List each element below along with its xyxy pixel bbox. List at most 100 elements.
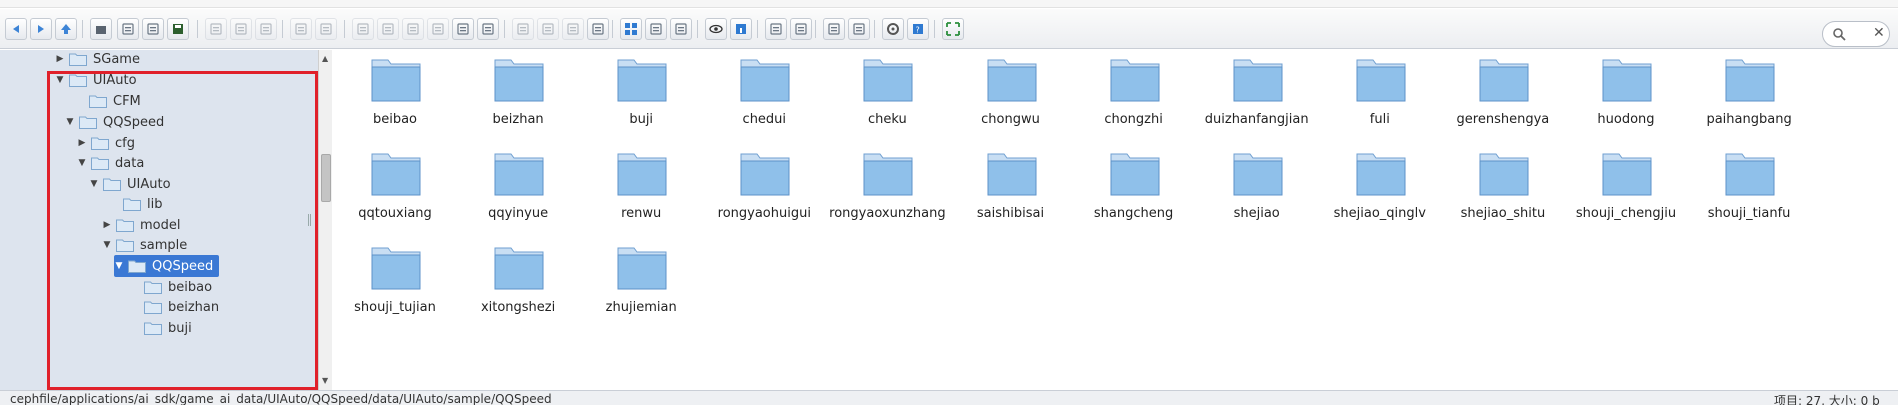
toolbar-separator	[82, 20, 83, 38]
folder-item[interactable]: renwu	[581, 146, 701, 236]
folder-item[interactable]: shejiao_shitu	[1443, 146, 1563, 236]
folder-item[interactable]: qqtouxiang	[335, 146, 455, 236]
folder-name: qqtouxiang	[358, 206, 432, 221]
smalls-view-icon-button[interactable]	[645, 18, 667, 40]
folder-name: buji	[629, 112, 654, 127]
redo-button[interactable]	[315, 18, 337, 40]
folder-name: rongyaoxunzhang	[829, 206, 946, 221]
current-path: cephfile/applications/ai_sdk/game_ai_dat…	[10, 392, 552, 405]
folder-name: shouji_tianfu	[1707, 206, 1791, 221]
fullscreen-button[interactable]	[942, 18, 964, 40]
expand-arrow-icon[interactable]: ▶	[55, 54, 65, 64]
extract-icon	[567, 23, 579, 35]
icons-view-button[interactable]	[620, 18, 642, 40]
paste-button[interactable]	[402, 18, 424, 40]
folder-item[interactable]: chedui	[704, 52, 824, 142]
folder-icon	[1479, 56, 1529, 102]
folder-item[interactable]: chongzhi	[1074, 52, 1194, 142]
folder-item[interactable]: fuli	[1320, 52, 1440, 142]
toolbar-separator	[815, 20, 816, 38]
delete-icon	[457, 23, 469, 35]
svg-text:?: ?	[916, 26, 920, 35]
permissions-button[interactable]	[587, 18, 609, 40]
copy-button[interactable]	[352, 18, 374, 40]
new-file-button[interactable]	[230, 18, 252, 40]
duplicate-button[interactable]	[427, 18, 449, 40]
folder-item[interactable]: duizhanfangjian	[1197, 52, 1317, 142]
new-folder-button[interactable]	[205, 18, 227, 40]
up-button[interactable]	[55, 18, 77, 40]
download-button[interactable]	[117, 18, 139, 40]
folder-name: saishibisai	[976, 206, 1045, 221]
compress-icon	[542, 23, 554, 35]
folder-item[interactable]: shouji_chengjiu	[1566, 146, 1686, 236]
folder-item[interactable]: gerenshengya	[1443, 52, 1563, 142]
undo-button[interactable]	[290, 18, 312, 40]
compress-button[interactable]	[537, 18, 559, 40]
search-box[interactable]: ✕	[1822, 21, 1890, 47]
folder-icon	[1725, 150, 1775, 196]
up-icon	[61, 24, 71, 34]
folder-icon	[494, 56, 544, 102]
folder-item[interactable]: buji	[581, 52, 701, 142]
folder-item[interactable]: chongwu	[951, 52, 1071, 142]
info-button[interactable]	[730, 18, 752, 40]
list-view-button[interactable]	[823, 18, 845, 40]
folder-item[interactable]: zhujiemian	[581, 240, 701, 330]
folder-item[interactable]: cheku	[827, 52, 947, 142]
back-button[interactable]	[5, 18, 27, 40]
toolbar-separator	[934, 20, 935, 38]
folder-icon	[1356, 150, 1406, 196]
sort-button[interactable]	[765, 18, 787, 40]
resize-button[interactable]	[790, 18, 812, 40]
columns-view-icon	[675, 23, 687, 35]
list-view-icon	[828, 23, 840, 35]
link-button[interactable]	[477, 18, 499, 40]
save-button[interactable]	[167, 18, 189, 40]
folder-item[interactable]: qqyinyue	[458, 146, 578, 236]
details-button[interactable]	[848, 18, 870, 40]
new-file-icon	[235, 23, 247, 35]
folder-item[interactable]: shouji_tujian	[335, 240, 455, 330]
folder-icon	[740, 150, 790, 196]
folder-item[interactable]: shejiao	[1197, 146, 1317, 236]
forward-button[interactable]	[30, 18, 52, 40]
folder-item[interactable]: paihangbang	[1689, 52, 1809, 142]
folder-item[interactable]: saishibisai	[951, 146, 1071, 236]
toolbar: ✕ ?	[0, 9, 1898, 49]
folder-item[interactable]: shouji_tianfu	[1689, 146, 1809, 236]
scroll-down-icon[interactable]: ▼	[322, 376, 328, 385]
cut-button[interactable]	[377, 18, 399, 40]
folder-item[interactable]: shejiao_qinglv	[1320, 146, 1440, 236]
folder-item[interactable]: xitongshezi	[458, 240, 578, 330]
folder-icon	[494, 244, 544, 290]
folder-icon	[1110, 56, 1160, 102]
select-button[interactable]	[255, 18, 277, 40]
folder-item[interactable]: beizhan	[458, 52, 578, 142]
upload-button[interactable]	[142, 18, 164, 40]
preview-icon	[709, 24, 723, 34]
item-count: 项目: 27, 大小: 0 b	[1774, 394, 1880, 405]
clear-search-icon[interactable]: ✕	[1873, 25, 1885, 41]
folder-item[interactable]: huodong	[1566, 52, 1686, 142]
folder-item[interactable]: shangcheng	[1074, 146, 1194, 236]
folder-item[interactable]: rongyaoxunzhang	[827, 146, 947, 236]
columns-view-button[interactable]	[670, 18, 692, 40]
scrollbar-thumb[interactable]	[321, 154, 331, 202]
toolbar-separator	[612, 20, 613, 38]
help-button[interactable]: ?	[907, 18, 929, 40]
toolbar-separator	[874, 20, 875, 38]
tree-node-sgame[interactable]: ▶ SGame	[55, 50, 140, 70]
settings-button[interactable]	[882, 18, 904, 40]
toolbar-separator	[344, 20, 345, 38]
preview-button[interactable]	[705, 18, 727, 40]
scroll-up-icon[interactable]: ▲	[322, 54, 328, 63]
folder-item[interactable]: rongyaohuigui	[704, 146, 824, 236]
delete-button[interactable]	[452, 18, 474, 40]
extract-button[interactable]	[562, 18, 584, 40]
edit-button[interactable]	[512, 18, 534, 40]
home-button[interactable]	[90, 18, 112, 40]
folder-name: cheku	[868, 112, 907, 127]
folder-icon	[1110, 150, 1160, 196]
folder-item[interactable]: beibao	[335, 52, 455, 142]
